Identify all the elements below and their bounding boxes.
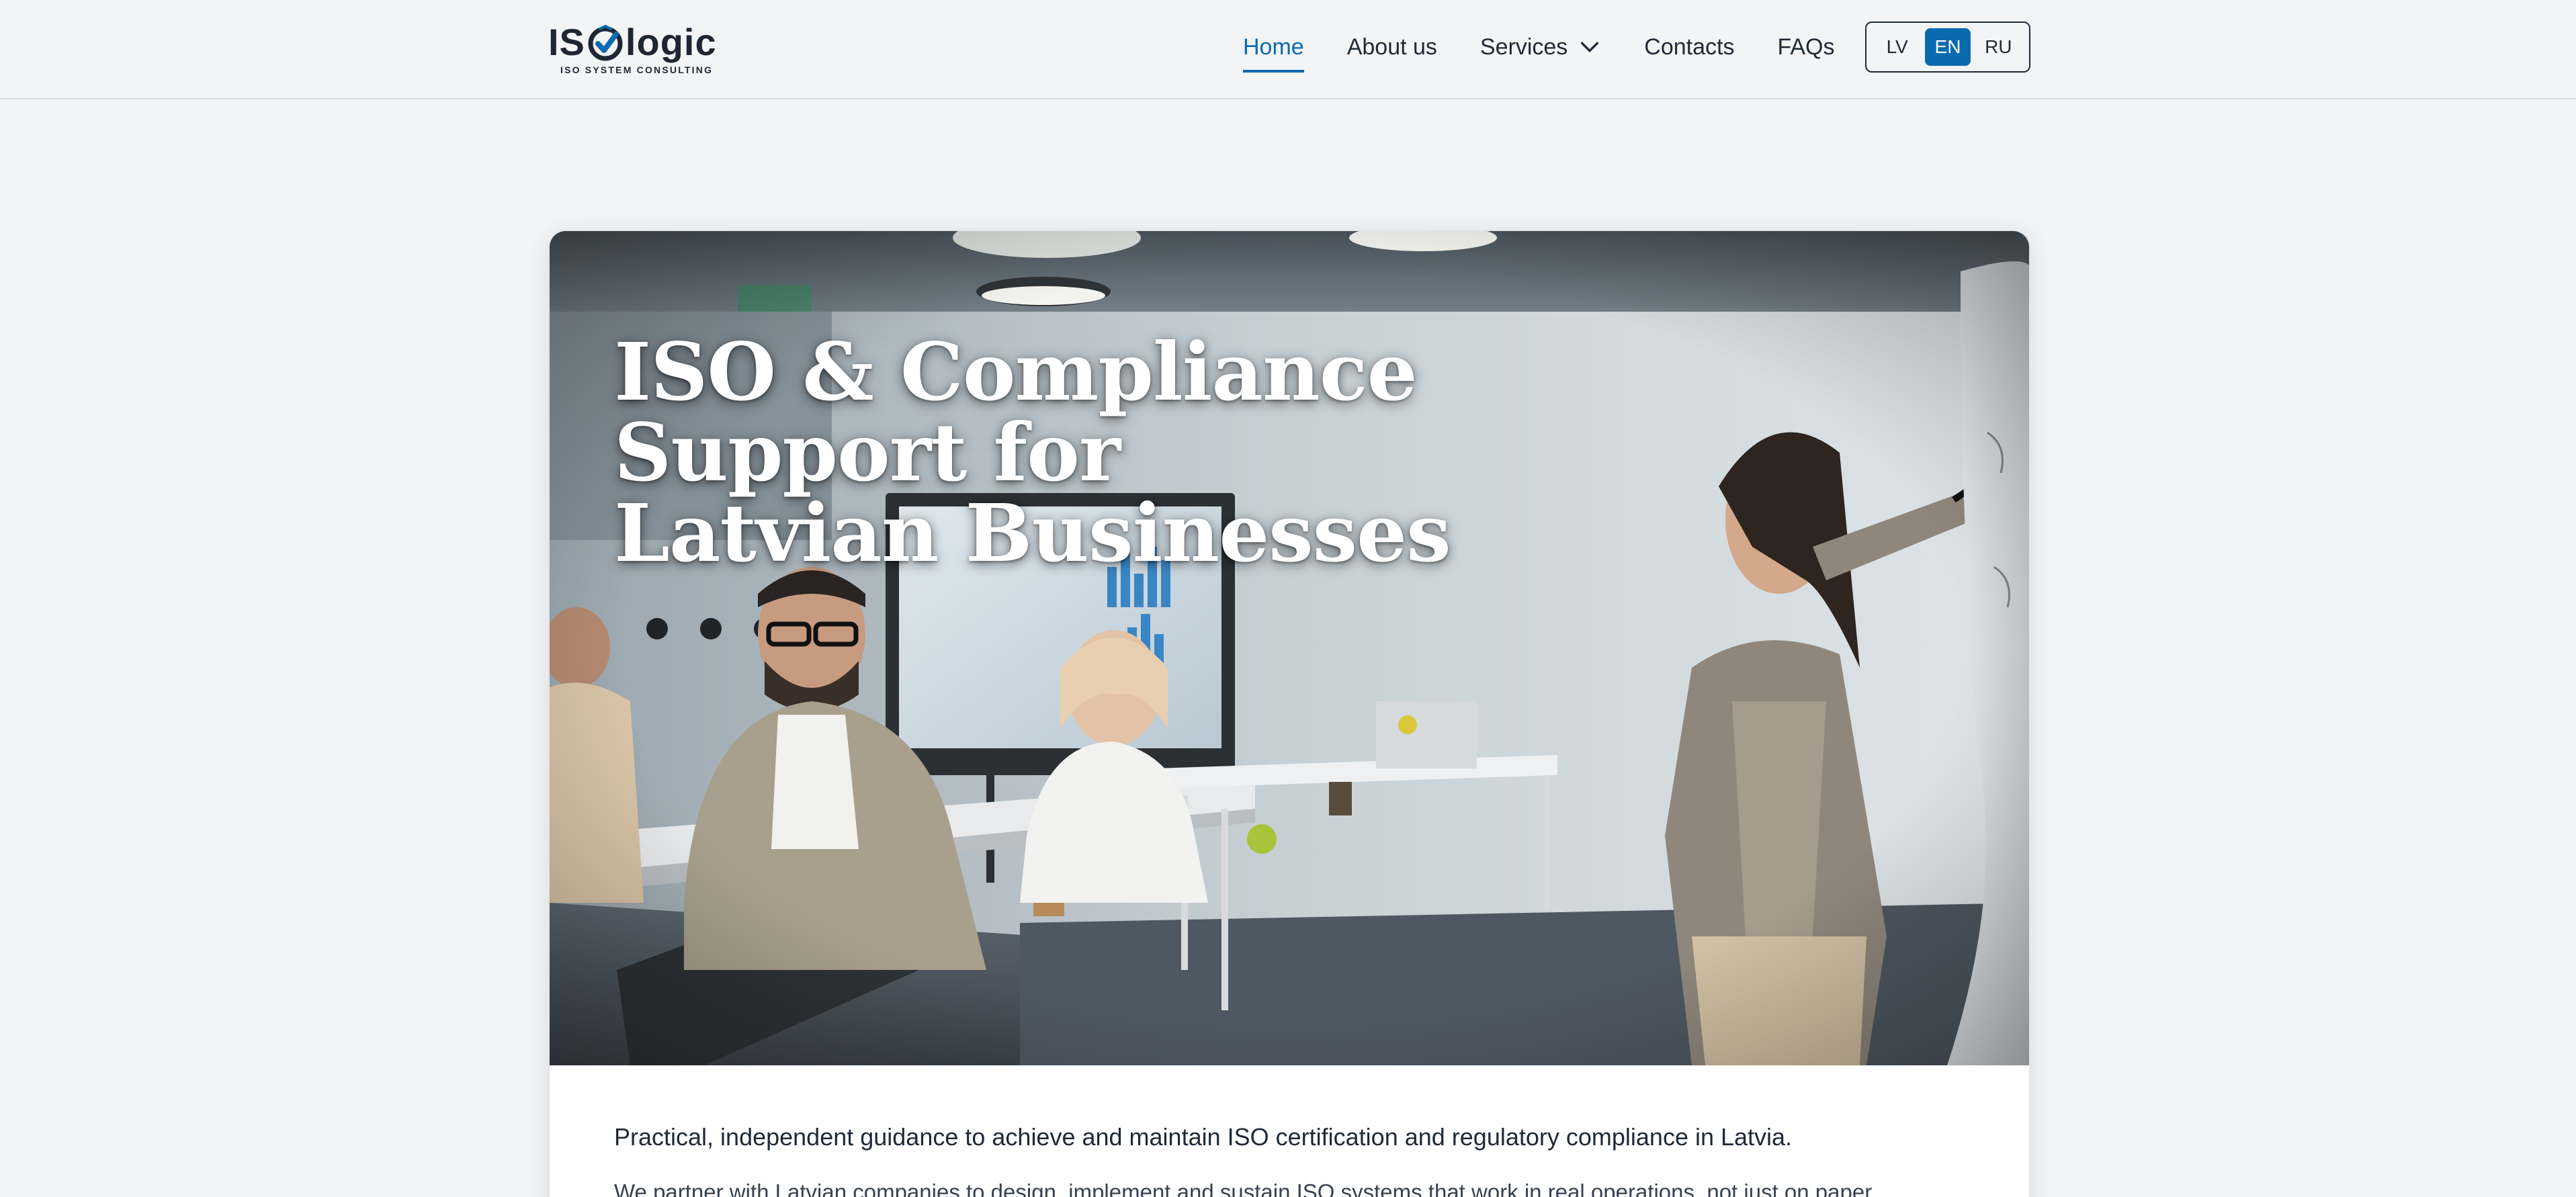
nav-about-us[interactable]: About us (1347, 34, 1437, 60)
intro-paragraph: We partner with Latvian companies to des… (614, 1180, 1877, 1197)
nav-services-label: Services (1479, 34, 1568, 60)
site-header: IS logic ISO SYSTEM CONSULTING Home Abou… (0, 0, 2576, 99)
check-shield-icon (588, 24, 623, 60)
hero-card: ISO & Compliance Support for Latvian Bus… (548, 230, 2030, 1197)
hero-title: ISO & Compliance Support for Latvian Bus… (614, 332, 1451, 574)
logo-text-right: logic (625, 21, 717, 63)
logo-text-left: IS (548, 21, 585, 63)
hero-image: ISO & Compliance Support for Latvian Bus… (550, 231, 2029, 1065)
logo-wordmark: IS logic (548, 20, 717, 64)
intro-lead: Practical, independent guidance to achie… (614, 1123, 1793, 1151)
chevron-down-icon[interactable] (1578, 36, 1601, 58)
intro-section: Practical, independent guidance to achie… (614, 1123, 1958, 1197)
site-logo[interactable]: IS logic ISO SYSTEM CONSULTING (548, 17, 716, 78)
lang-ru-button[interactable]: RU (1975, 28, 2021, 66)
main-nav: Home About us Services Contacts FAQs (1243, 0, 1878, 94)
nav-about-us-label: About us (1346, 34, 1437, 60)
nav-faqs[interactable]: FAQs (1777, 34, 1834, 60)
hero-title-line: Latvian Businesses (614, 486, 1451, 580)
lang-en-button[interactable]: EN (1924, 28, 1971, 66)
nav-contacts[interactable]: Contacts (1644, 34, 1734, 60)
hero-title-line: ISO & Compliance (614, 325, 1418, 418)
language-switcher: LV EN RU (1865, 21, 2030, 73)
nav-faqs-label: FAQs (1777, 34, 1835, 60)
nav-services[interactable]: Services (1480, 34, 1601, 60)
nav-contacts-label: Contacts (1644, 34, 1735, 60)
nav-home-label: Home (1243, 34, 1304, 60)
logo-tagline: ISO SYSTEM CONSULTING (560, 64, 714, 75)
nav-home[interactable]: Home (1243, 34, 1304, 73)
hero-title-line: Support for (614, 406, 1121, 499)
lang-lv-button[interactable]: LV (1875, 28, 1920, 66)
